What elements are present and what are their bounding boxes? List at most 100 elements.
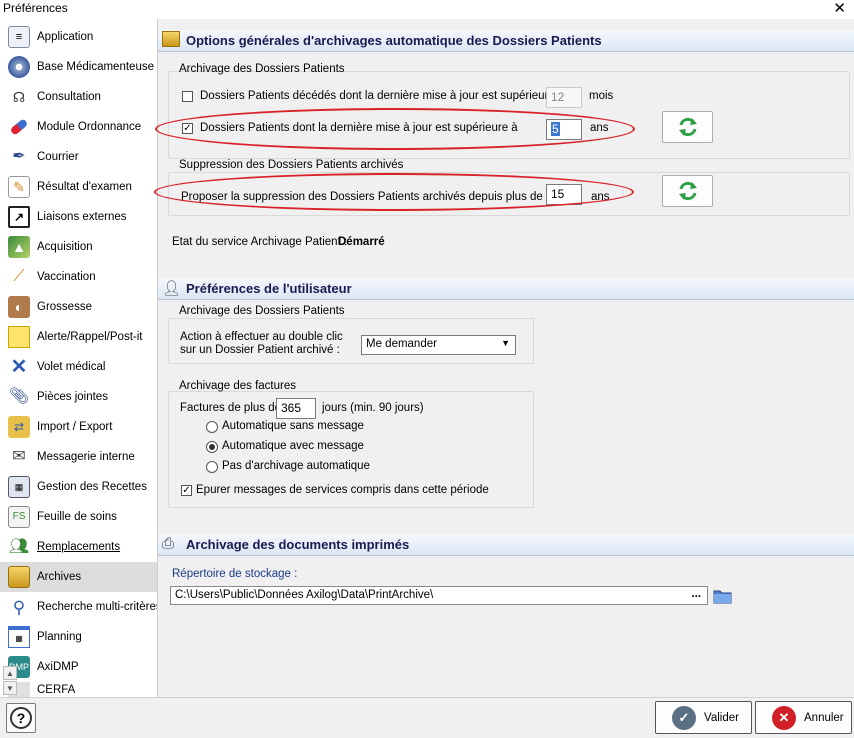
sidebar-item-alerte[interactable]: Alerte/Rappel/Post-it [0,322,157,352]
sidebar-item-label: Feuille de soins [37,511,117,523]
sidebar-item-axidmp[interactable]: DMP AxiDMP [0,652,157,682]
cancel-button[interactable]: ✕ Annuler [755,701,852,734]
user-icon: 👤︎ [162,280,182,297]
cancel-label: Annuler [804,711,844,724]
sticky-note-icon [8,326,30,348]
factures-days-input[interactable]: 365 [276,398,316,419]
sidebar-item-messagerie-interne[interactable]: ✉ Messagerie interne [0,442,157,472]
service-status-value: Démarré [338,236,385,248]
sidebar-item-recherche[interactable]: ⚲ Recherche multi-critères [0,592,157,622]
sidebar-item-volet-medical[interactable]: ✕ Volet médical [0,352,157,382]
double-click-action-select[interactable]: Me demander ▼ [361,335,516,355]
action-label: sur un Dossier Patient archivé : [180,344,340,356]
sidebar-item-remplacements[interactable]: 👥︎ Remplacements [0,532,157,562]
footer-bar: ? ✓ Valider ✕ Annuler [0,697,854,738]
radio-label: Pas d'archivage automatique [222,460,370,472]
radio-pas-archivage[interactable] [206,461,218,473]
deceased-label: Dossiers Patients décédés dont la derniè… [200,90,565,102]
sidebar-item-gestion-recettes[interactable]: ▦ Gestion des Recettes [0,472,157,502]
pregnancy-icon: ◐ [8,296,30,318]
storage-label: Répertoire de stockage : [172,568,298,580]
refresh-icon [678,181,697,201]
group-title: Archivage des Dossiers Patients [179,305,345,317]
sidebar-item-label: Planning [37,631,82,643]
envelope-icon: ✉ [12,448,26,465]
calculator-icon: ▦ [8,476,30,498]
updated-label: Dossiers Patients dont la dernière mise … [200,122,518,134]
radio-label: Automatique avec message [222,440,364,452]
care-sheet-icon: FS [8,506,30,528]
refresh-suppression-button[interactable] [662,175,713,207]
sidebar-item-cerfa[interactable]: CERFA [0,682,157,697]
purge-checkbox[interactable]: ✓ [181,485,192,496]
sidebar-item-import-export[interactable]: ⇄ Import / Export [0,412,157,442]
sidebar-item-consultation[interactable]: ☊ Consultation [0,82,157,112]
sidebar-item-label: Messagerie interne [37,451,135,463]
sidebar-item-label: Application [37,31,94,43]
sidebar-item-label: AxiDMP [37,661,79,673]
group-title: Archivage des Dossiers Patients [179,63,345,75]
updated-years-input[interactable]: 5 [546,119,582,140]
window-title: Préférences [3,1,68,15]
section-title: Archivage des documents imprimés [186,537,410,552]
storage-path-input[interactable]: C:\Users\Public\Données Axilog\Data\Prin… [170,586,708,605]
updated-checkbox[interactable]: ✓ [182,123,193,134]
acquisition-icon: ▲ [8,236,30,258]
sidebar-item-feuille-de-soins[interactable]: FS Feuille de soins [0,502,157,532]
service-status-label: Etat du service Archivage Patient : [172,236,348,248]
sidebar-item-label: Gestion des Recettes [37,481,147,493]
sidebar-item-label: Module Ordonnance [37,121,142,133]
storage-path-value: C:\Users\Public\Données Axilog\Data\Prin… [175,589,434,601]
folder-open-icon[interactable] [713,586,733,605]
sidebar-item-acquisition[interactable]: ▲ Acquisition [0,232,157,262]
suppression-years-input[interactable]: 15 [546,184,582,205]
deceased-unit: mois [589,90,614,102]
validate-button[interactable]: ✓ Valider [655,701,752,734]
section-header-documents-imprimes: ⎙ Archivage des documents imprimés [158,534,854,556]
help-button[interactable]: ? [6,703,36,733]
cancel-icon: ✕ [772,705,796,730]
magnifier-icon: ⚲ [12,597,26,617]
sidebar: ≡ Application Base Médicamenteuse ☊ Cons… [0,19,158,697]
sidebar-item-planning[interactable]: ▦ Planning [0,622,157,652]
suppression-unit: ans [591,191,610,203]
section-title: Préférences de l'utilisateur [186,281,352,296]
sidebar-item-vaccination[interactable]: ⟋ Vaccination [0,262,157,292]
scroll-down-icon[interactable]: ▼ [3,681,17,695]
sidebar-item-label: Import / Export [37,421,113,433]
sidebar-item-pieces-jointes[interactable]: 📎︎ Pièces jointes [0,382,157,412]
browse-dots[interactable]: ... [691,588,701,600]
refresh-archive-button[interactable] [662,111,713,143]
sidebar-item-module-ordonnance[interactable]: Module Ordonnance [0,112,157,142]
sidebar-item-archives[interactable]: Archives [0,562,157,592]
sidebar-item-label: Courrier [37,151,79,163]
sidebar-item-courrier[interactable]: ✒ Courrier [0,142,157,172]
calendar-icon: ▦ [8,626,30,648]
sidebar-item-resultat-examen[interactable]: ✎ Résultat d'examen [0,172,157,202]
sidebar-item-grossesse[interactable]: ◐ Grossesse [0,292,157,322]
sidebar-item-liaisons-externes[interactable]: ↗ Liaisons externes [0,202,157,232]
sidebar-item-application[interactable]: ≡ Application [0,22,157,52]
stethoscope-icon: ☊ [12,89,26,105]
deceased-checkbox[interactable] [182,91,193,102]
sidebar-item-label: Consultation [37,91,101,103]
sidebar-item-label: Résultat d'examen [37,181,132,193]
radio-auto-avec-message[interactable] [206,441,218,453]
section-header-archivage-auto: Options générales d'archivages automatiq… [158,30,854,52]
chevron-down-icon: ▼ [501,338,510,348]
sidebar-item-label: Volet médical [37,361,106,373]
section-header-preferences: 👤︎ Préférences de l'utilisateur [158,278,854,300]
sidebar-item-label: Acquisition [37,241,93,253]
sidebar-item-base-medicamenteuse[interactable]: Base Médicamenteuse [0,52,157,82]
disc-icon [8,56,30,78]
notepad-icon: ≡ [8,26,30,48]
people-icon: 👥︎ [8,538,30,555]
scroll-up-icon[interactable]: ▲ [3,666,17,680]
refresh-icon [678,117,697,137]
deceased-months-input[interactable]: 12 [546,87,582,108]
radio-auto-sans-message[interactable] [206,421,218,433]
sidebar-item-label: Pièces jointes [37,391,108,403]
radio-label: Automatique sans message [222,420,364,432]
close-icon[interactable]: ✕ [833,0,846,17]
main-panel: Options générales d'archivages automatiq… [154,19,854,697]
